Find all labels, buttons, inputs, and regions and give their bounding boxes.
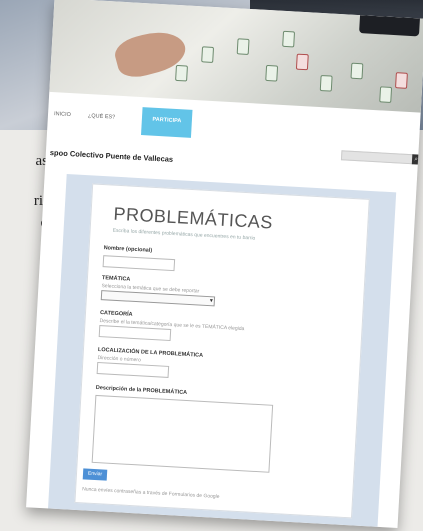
map-tag-icon [395, 72, 408, 89]
descripcion-textarea[interactable] [91, 394, 274, 473]
map-tag-icon [282, 30, 296, 48]
map-tag-icon [319, 74, 333, 92]
google-form: PROBLEMÁTICAS Escriba los diferentes pro… [74, 183, 370, 519]
header-banner [49, 0, 423, 113]
form-background: PROBLEMÁTICAS Escriba los diferentes pro… [48, 173, 397, 527]
map-tag-icon [265, 64, 279, 82]
field-label-nombre: Nombre (opcional) [103, 245, 153, 254]
map-tag-icon [379, 86, 393, 103]
field-label-categoria: CATEGORÍA [99, 310, 133, 318]
localizacion-input[interactable] [96, 361, 170, 378]
search-input[interactable] [340, 150, 414, 165]
field-label-tematica: TEMÁTICA [101, 275, 131, 283]
field-label-descripcion: Descripción de la PROBLEMÁTICA [95, 384, 188, 397]
search-icon[interactable]: ⌕ [411, 154, 421, 165]
map-tag-icon [295, 53, 309, 71]
map-tag-icon [236, 38, 250, 55]
nav-item-participa[interactable]: PARTICIPA [141, 107, 193, 138]
screenshot-card: INICIO ¿QUÉ ES? PARTICIPA ⌕ spoo Colecti… [26, 0, 423, 528]
submit-button[interactable]: Enviar [82, 468, 108, 481]
nav-item-que-es[interactable]: ¿QUÉ ES? [88, 113, 115, 121]
chevron-down-icon: ▾ [209, 298, 214, 305]
nombre-input[interactable] [102, 255, 176, 272]
magazine-text-line: as [35, 153, 49, 169]
map-tag-icon [350, 62, 364, 80]
map-tag-icon [201, 46, 215, 63]
site-title: spoo Colectivo Puente de Vallecas [49, 148, 174, 164]
nav-item-participa-label: PARTICIPA [152, 116, 182, 125]
nav-item-inicio[interactable]: INICIO [54, 111, 71, 118]
form-footer-note: Nunca envíes contraseñas a través de For… [81, 486, 220, 500]
map-tag-icon [175, 64, 188, 82]
